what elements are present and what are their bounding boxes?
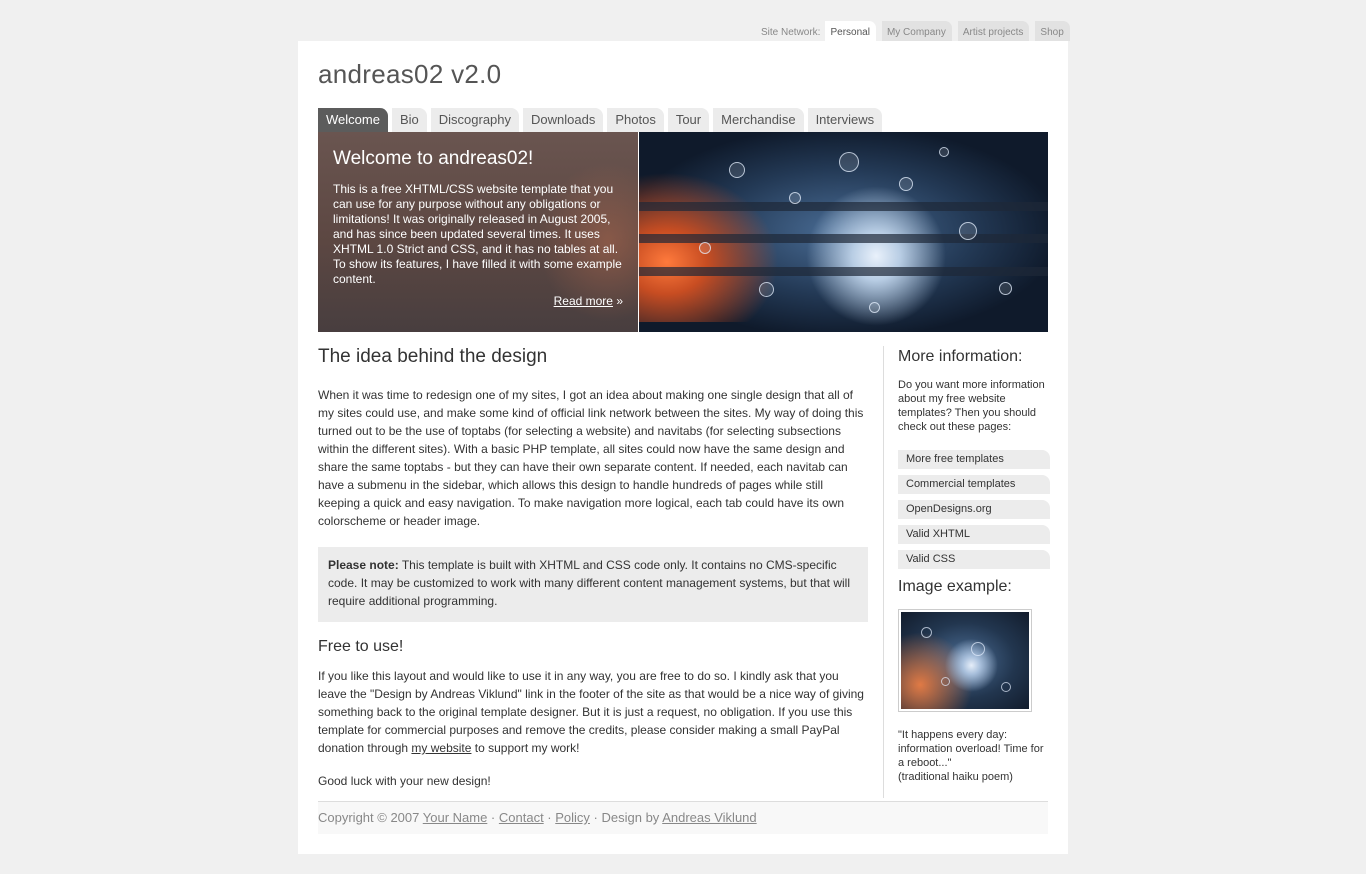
site-title: andreas02 v2.0 — [318, 59, 502, 89]
site-network-label: Site Network: — [761, 27, 821, 38]
navitab-tour[interactable]: Tour — [667, 108, 710, 132]
sidebar-link-commercial-templates[interactable]: Commercial templates — [898, 475, 1050, 494]
free-body-end: to support my work! — [471, 741, 580, 755]
navitab-merchandise[interactable]: Merchandise — [713, 108, 804, 132]
water-drop — [729, 162, 745, 178]
toptab-my-company[interactable]: My Company — [881, 21, 952, 41]
page-container: andreas02 v2.0 Welcome Bio Discography D… — [298, 41, 1068, 854]
good-luck-text: Good luck with your new design! — [318, 774, 491, 788]
quote-text: "It happens every day: information overl… — [898, 729, 1044, 769]
footer-contact-link[interactable]: Contact — [499, 810, 544, 825]
water-drop — [959, 222, 977, 240]
sidebar-image-title: Image example: — [898, 578, 1012, 595]
sidebar-more-text: Do you want more information about my fr… — [898, 379, 1045, 433]
water-drop — [941, 677, 950, 686]
header-image-bar — [639, 202, 1048, 211]
header-intro-text: This is a free XHTML/CSS website templat… — [333, 182, 622, 286]
note-box: Please note: This template is built with… — [318, 547, 868, 622]
header-banner: Welcome to andreas02! This is a free XHT… — [318, 132, 1048, 332]
note-label: Please note: — [328, 558, 399, 572]
sidebar-link-valid-css[interactable]: Valid CSS — [898, 550, 1050, 569]
main-title: The idea behind the design — [318, 346, 548, 367]
toptab-personal[interactable]: Personal — [825, 21, 876, 41]
header-intro-panel: Welcome to andreas02! This is a free XHT… — [318, 132, 678, 332]
footer-your-name-link[interactable]: Your Name — [423, 810, 488, 825]
header-image-bar — [639, 234, 1048, 243]
footer-separator: · — [543, 810, 556, 825]
header-title: Welcome to andreas02! — [333, 148, 534, 169]
footer-design-by: · Design by — [589, 810, 663, 825]
navitab-downloads[interactable]: Downloads — [523, 108, 604, 132]
sidebar-link-valid-xhtml[interactable]: Valid XHTML — [898, 525, 1050, 544]
water-drop — [971, 642, 985, 656]
water-drop — [839, 152, 859, 172]
quote-source: (traditional haiku poem) — [898, 771, 1013, 783]
navitab-welcome[interactable]: Welcome — [318, 108, 388, 132]
main-content: The idea behind the design When it was t… — [318, 346, 868, 790]
water-drop — [789, 192, 801, 204]
site-network: Site Network: Personal My Company Artist… — [756, 21, 1076, 41]
example-image-photo — [901, 612, 1029, 709]
footer-text: Copyright © 2007 Your Name · Contact · P… — [318, 794, 757, 842]
navitabs: Welcome Bio Discography Downloads Photos… — [318, 108, 886, 132]
navitab-interviews[interactable]: Interviews — [807, 108, 883, 132]
water-drop — [899, 177, 913, 191]
water-drop — [869, 302, 880, 313]
navitab-discography[interactable]: Discography — [430, 108, 520, 132]
header-image-bar — [639, 267, 1048, 276]
footer: Copyright © 2007 Your Name · Contact · P… — [318, 801, 1048, 834]
sidebar-link-more-free-templates[interactable]: More free templates — [898, 450, 1050, 469]
toptab-shop[interactable]: Shop — [1035, 21, 1070, 41]
footer-policy-link[interactable]: Policy — [555, 810, 590, 825]
my-website-link[interactable]: my website — [411, 741, 471, 755]
footer-separator: · — [487, 810, 499, 825]
sidebar: More information: Do you want more infor… — [883, 346, 1051, 798]
sidebar-more-title: More information: — [898, 348, 1023, 365]
water-drop — [1001, 682, 1011, 692]
footer-copyright: Copyright © 2007 — [318, 810, 423, 825]
free-title: Free to use! — [318, 638, 404, 655]
navitab-bio[interactable]: Bio — [391, 108, 427, 132]
note-text: This template is built with XHTML and CS… — [328, 558, 851, 608]
read-more-link[interactable]: Read more — [554, 294, 613, 308]
toptab-artist-projects[interactable]: Artist projects — [957, 21, 1030, 41]
water-drop — [699, 242, 711, 254]
water-drop — [921, 627, 932, 638]
water-drop — [999, 282, 1012, 295]
example-image — [898, 609, 1032, 712]
water-drop — [759, 282, 774, 297]
footer-designer-link[interactable]: Andreas Viklund — [662, 810, 756, 825]
navitab-photos[interactable]: Photos — [607, 108, 664, 132]
water-drop — [939, 147, 949, 157]
read-more-arrow: » — [612, 294, 623, 308]
free-body-text: If you like this layout and would like t… — [318, 669, 864, 755]
free-body: If you like this layout and would like t… — [318, 667, 868, 757]
read-more: Read more » — [554, 294, 623, 308]
sidebar-links: More free templates Commercial templates… — [898, 450, 1050, 569]
header-image — [639, 132, 1048, 332]
main-body: When it was time to redesign one of my s… — [318, 388, 864, 528]
sidebar-link-opendesigns[interactable]: OpenDesigns.org — [898, 500, 1050, 519]
